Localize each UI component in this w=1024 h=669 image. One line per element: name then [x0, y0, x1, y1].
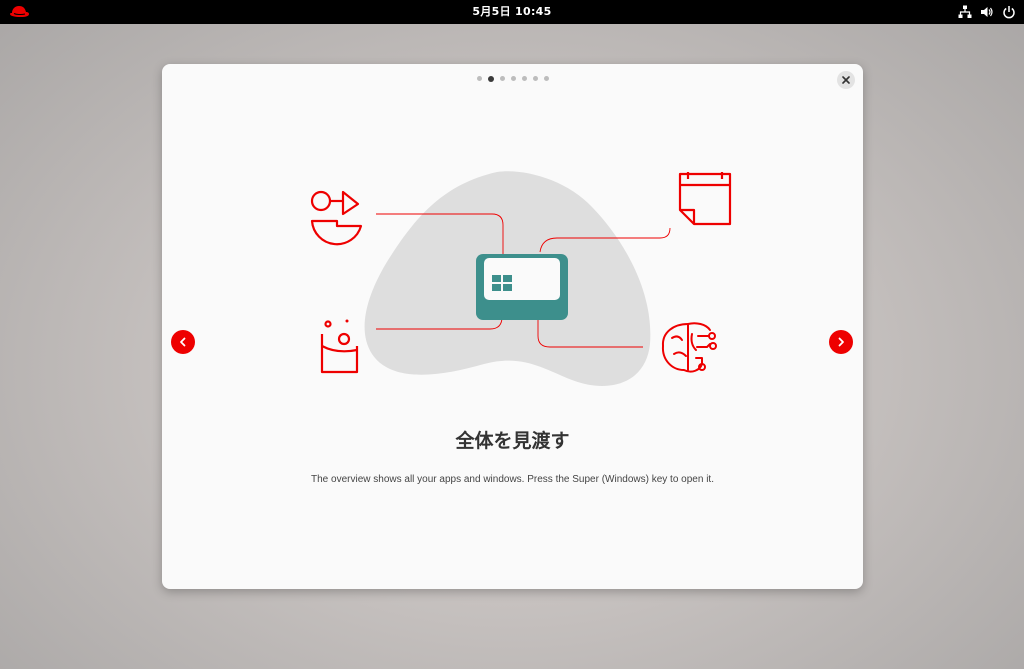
- page-description: The overview shows all your apps and win…: [311, 474, 714, 485]
- power-icon[interactable]: [1002, 5, 1016, 19]
- shapes-icon: [310, 190, 363, 246]
- system-tray[interactable]: [958, 4, 1016, 20]
- chevron-left-icon: [180, 337, 186, 347]
- volume-icon[interactable]: [980, 5, 994, 19]
- overview-illustration: [310, 171, 732, 386]
- super-key-icon: [476, 254, 568, 320]
- note-icon: [678, 172, 732, 226]
- top-bar: 5月5日 10:45: [0, 0, 1024, 24]
- brain-icon: [661, 322, 717, 373]
- next-page-button[interactable]: [829, 330, 853, 354]
- network-icon[interactable]: [958, 5, 972, 19]
- page-title: 全体を見渡す: [455, 430, 570, 452]
- clock[interactable]: 5月5日 10:45: [0, 0, 1024, 24]
- flask-icon: [320, 319, 359, 374]
- chevron-right-icon: [838, 337, 844, 347]
- previous-page-button[interactable]: [171, 330, 195, 354]
- welcome-tour-dialog: 全体を見渡す The overview shows all your apps …: [162, 64, 863, 589]
